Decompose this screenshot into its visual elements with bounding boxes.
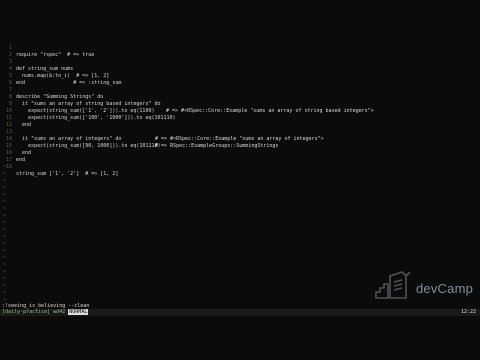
mode-indicator: NORMAL: [68, 309, 89, 315]
tilde-marker: ~: [3, 220, 7, 226]
code-text: expect(string_sum(['100', '1000'])).to e…: [16, 115, 176, 121]
code-line: 6: [0, 73, 12, 86]
tilde-marker: ~: [3, 283, 7, 289]
tilde-marker: ~: [3, 262, 7, 268]
tilde-marker: ~: [3, 227, 7, 233]
code-text: expect(string_sum([90, 1000])).to eq(101…: [16, 143, 161, 149]
code-line: 18 string_sum ['1', '2'] # => [1, 2]: [0, 157, 118, 177]
tilde-marker: ~: [3, 206, 7, 212]
tilde-marker: ~: [3, 234, 7, 240]
eval-result: # => RSpec::ExampleGroups::SummingString…: [155, 143, 279, 149]
eval-result: # => #<RSpec::Core::Example "sums an arr…: [155, 136, 324, 142]
code-line: 14 expect(string_sum([90, 1000])).to eq(…: [0, 129, 161, 149]
code-text: describe "Summing Strings" do: [16, 94, 104, 100]
code-line: 4 nums.map(&:to_i) # => [1, 2]: [0, 59, 109, 79]
tilde-marker: ~: [3, 192, 7, 198]
code-line: 16 end: [0, 143, 25, 163]
code-line: 11 end: [0, 108, 31, 128]
tilde-marker: ~: [3, 248, 7, 254]
code-editor[interactable]: 1 require "rspec" # => true 2 3 def stri…: [0, 38, 480, 306]
status-branch: [daily-practice] wd42: [2, 309, 66, 315]
code-text: end: [16, 150, 32, 156]
code-line: 13 it "sums an array of integers" do: [0, 122, 121, 142]
status-bar: [daily-practice] wd42 NORMAL 12:22: [0, 309, 480, 316]
code-text: end: [16, 157, 26, 163]
tilde-marker: ~: [3, 241, 7, 247]
code-line: 1 require "rspec" # => true: [0, 38, 94, 58]
tilde-marker: ~: [3, 213, 7, 219]
code-line: 12: [0, 115, 12, 128]
code-line: 10 expect(string_sum(['100', '1000'])).t…: [0, 101, 176, 121]
tilde-marker: ~: [3, 185, 7, 191]
code-line: 7 describe "Summing Strings" do: [0, 80, 103, 100]
tilde-marker: ~: [3, 171, 7, 177]
tilde-marker: ~: [3, 178, 7, 184]
code-text: require "rspec" # => true: [16, 52, 95, 58]
status-clock: 12:22: [460, 309, 476, 315]
code-line: 2: [0, 45, 12, 58]
tilde-marker: ~: [3, 269, 7, 275]
code-text: expect(string_sum(['1', '2'])).to eq(110…: [16, 108, 155, 114]
code-text: it "sums an array of string based intege…: [16, 101, 161, 107]
code-line: 3 def string_sum nums: [0, 52, 73, 72]
tilde-marker: ~: [3, 290, 7, 296]
tilde-marker: ~: [3, 276, 7, 282]
tilde-marker: ~: [3, 199, 7, 205]
code-line: 17: [0, 150, 12, 163]
code-text: string_sum ['1', '2'] # => [1, 2]: [16, 171, 119, 177]
code-text: def string_sum nums: [16, 66, 74, 72]
code-line: 15 end: [0, 136, 31, 156]
code-text: it "sums an array of integers" do: [16, 136, 122, 142]
code-text: end: [16, 122, 32, 128]
code-line: 8 it "sums an array of string based inte…: [0, 87, 161, 107]
tilde-marker: ~: [3, 164, 7, 170]
devcamp-logo: devCamp: [416, 281, 474, 296]
code-line: 5 end # => :string_sum: [0, 66, 121, 86]
code-text: end # => :string_sum: [16, 80, 122, 86]
code-text: nums.map(&:to_i) # => [1, 2]: [16, 73, 110, 79]
tilde-marker: ~: [3, 255, 7, 261]
status-left: [daily-practice] wd42 NORMAL: [2, 309, 89, 316]
code-line: 9 expect(string_sum(['1', '2'])).to eq(1…: [0, 94, 155, 114]
eval-result: # => #<RSpec::Core::Example "sums an arr…: [166, 108, 374, 114]
